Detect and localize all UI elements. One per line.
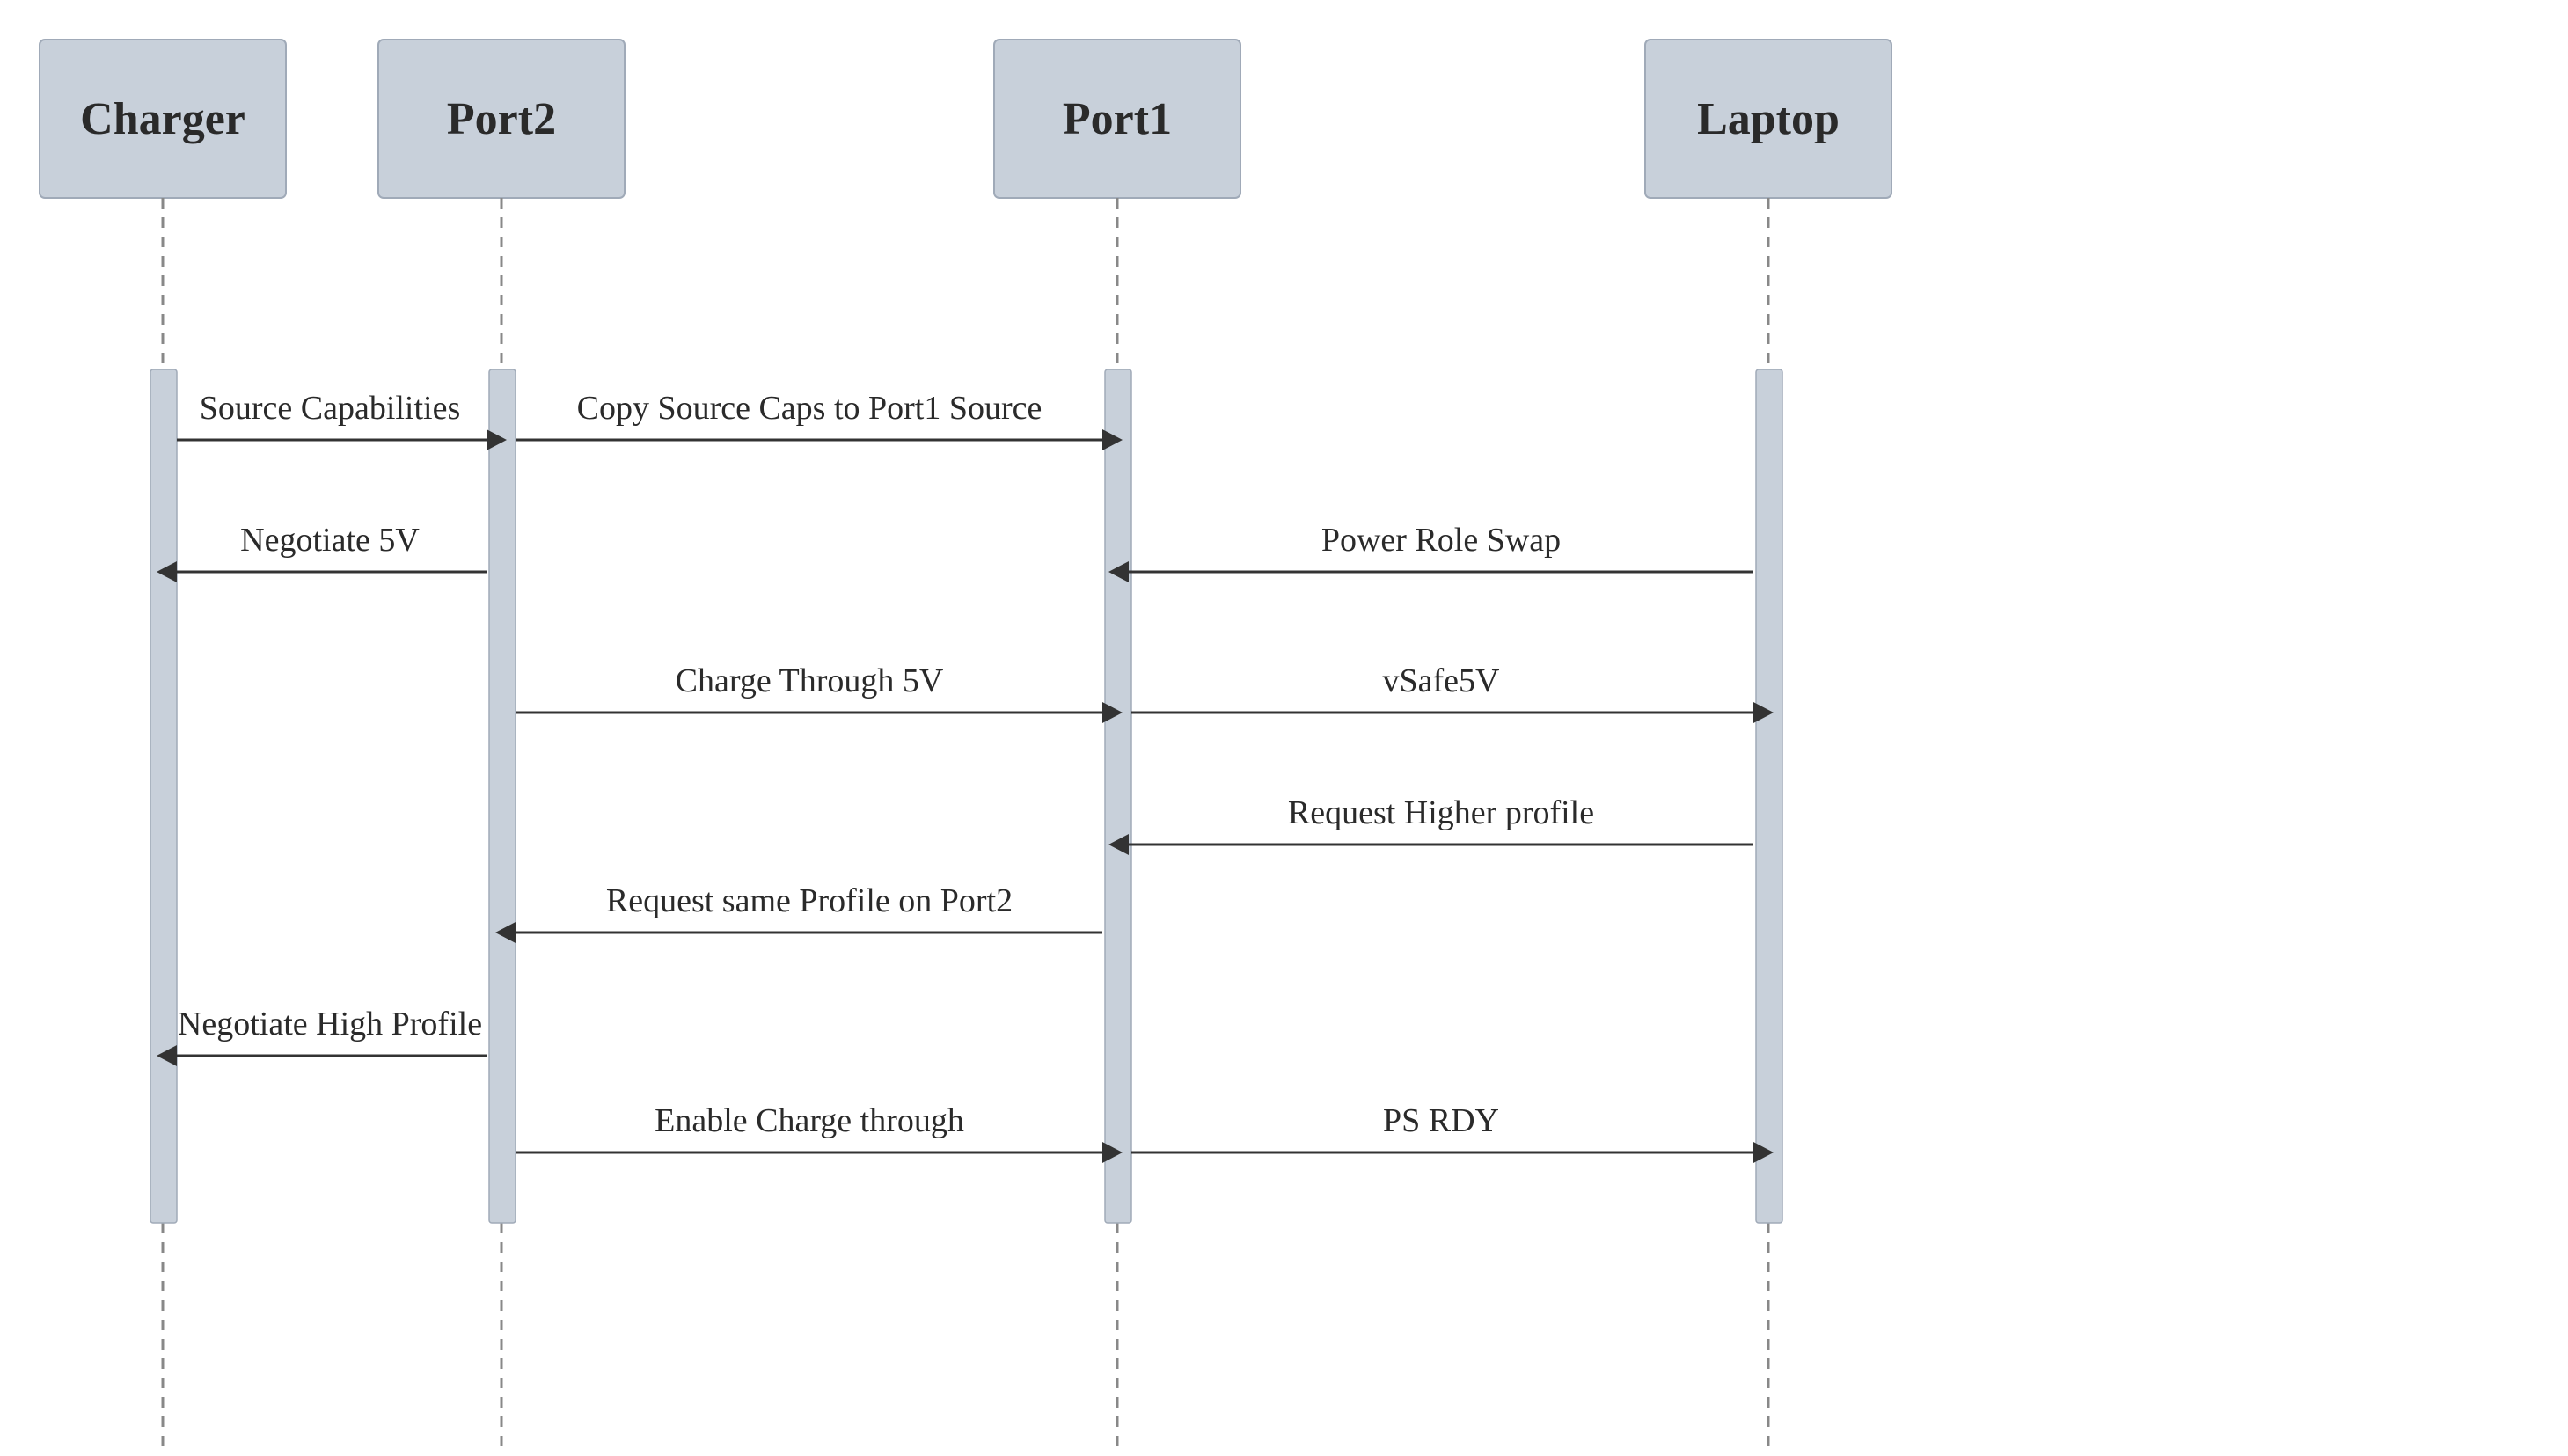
svg-text:Charge Through 5V: Charge Through 5V — [676, 662, 944, 699]
svg-text:Port1: Port1 — [1063, 94, 1172, 144]
svg-text:Port2: Port2 — [447, 94, 556, 144]
svg-text:Laptop: Laptop — [1697, 94, 1840, 144]
svg-text:Copy Source Caps to Port1 Sour: Copy Source Caps to Port1 Source — [577, 390, 1043, 427]
svg-text:Request Higher profile: Request Higher profile — [1288, 794, 1594, 831]
svg-text:Source Capabilities: Source Capabilities — [200, 390, 461, 427]
svg-text:vSafe5V: vSafe5V — [1383, 662, 1501, 699]
svg-text:Power Role Swap: Power Role Swap — [1321, 522, 1561, 559]
svg-text:Request same Profile on Port2: Request same Profile on Port2 — [606, 882, 1013, 919]
svg-text:Negotiate High Profile: Negotiate High Profile — [178, 1006, 482, 1043]
svg-text:Enable Charge through: Enable Charge through — [655, 1102, 964, 1139]
sequence-diagram: Charger Port2 Port1 Laptop — [0, 0, 2568, 1452]
svg-text:Negotiate 5V: Negotiate 5V — [240, 522, 420, 559]
svg-text:Charger: Charger — [80, 94, 245, 144]
svg-text:PS RDY: PS RDY — [1383, 1102, 1499, 1139]
